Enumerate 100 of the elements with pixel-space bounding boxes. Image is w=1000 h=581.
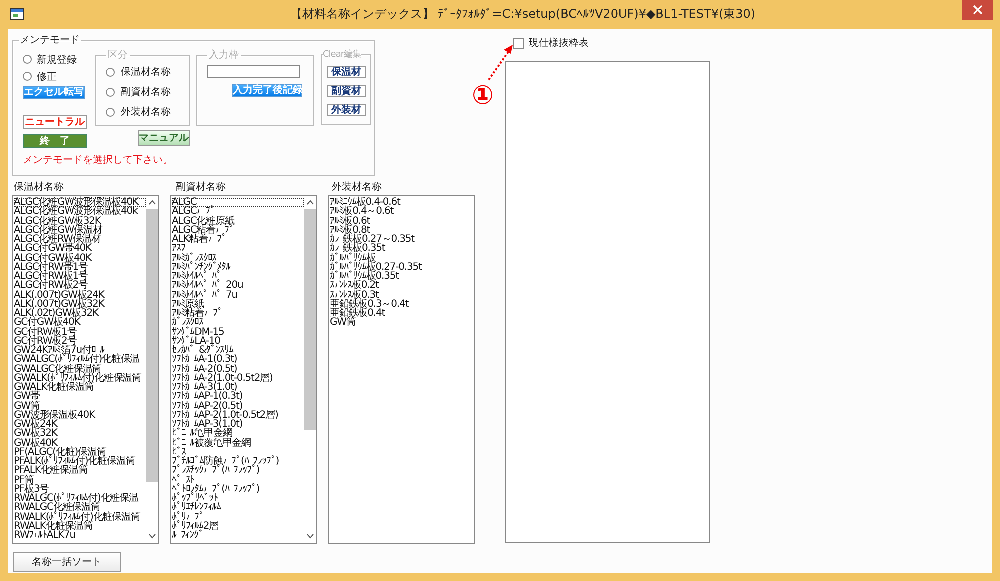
list-item[interactable]: PF(ALGC(化粧)保温筒 bbox=[14, 448, 146, 457]
extract-checkbox[interactable]: 現仕様抜粋表 bbox=[513, 37, 710, 49]
list-item[interactable]: GC付RW板2号 bbox=[14, 336, 146, 346]
list-item[interactable]: ｾﾗｶﾊﾞｰ&ﾀﾞﾝｽﾘﾑ bbox=[172, 346, 304, 356]
list-item[interactable]: ALGC付RW板2号 bbox=[14, 281, 146, 290]
list-item[interactable]: ALGC粘着ﾃｰﾌﾟ bbox=[172, 226, 304, 235]
list-item[interactable]: ｱﾙﾐ原紙 bbox=[172, 300, 304, 309]
clear-button[interactable]: 外装材 bbox=[327, 104, 366, 116]
list-item[interactable]: ｶﾗｰ鉄板0.35t bbox=[330, 244, 474, 254]
input-field[interactable] bbox=[207, 65, 300, 78]
list-box[interactable] bbox=[170, 195, 317, 544]
list-item[interactable]: ｿﾌﾄｶｰﾑAP-2(1.0t-0.5t2層) bbox=[172, 410, 304, 420]
list-item[interactable]: RWALGC化粧保温筒 bbox=[14, 503, 146, 512]
list-item[interactable]: ﾋﾞﾆｰﾙ亀甲金網 bbox=[172, 429, 304, 438]
list-item[interactable]: ﾋﾞｽ bbox=[172, 448, 304, 457]
list-item[interactable]: ｶﾞﾙﾊﾞﾘｳﾑ板 bbox=[330, 254, 474, 263]
list-item[interactable]: ｱﾙﾐｶﾞﾗｽｸﾛｽ bbox=[172, 254, 304, 263]
list-item[interactable]: ｿﾌﾄｶｰﾑA-2(1.0t-0.5t2層) bbox=[172, 374, 304, 383]
list-item[interactable]: ｱﾙﾐ板0.6t bbox=[330, 216, 474, 226]
list-item[interactable]: ALK粘着ﾃｰﾌﾟ bbox=[172, 235, 304, 244]
list-item[interactable]: PFALK化粧保温筒 bbox=[14, 466, 146, 476]
list-item[interactable]: ｿﾌﾄｶｰﾑAP-1(0.3t) bbox=[172, 392, 304, 402]
list-item[interactable]: ｿﾌﾄｶｰﾑAP-2(0.5t) bbox=[172, 402, 304, 411]
scroll-down-icon bbox=[306, 534, 314, 539]
list-item[interactable]: ｱｽﾌ bbox=[172, 244, 304, 254]
group-label: 区分 bbox=[107, 49, 129, 62]
list-item[interactable]: ALGC付GW板40K bbox=[14, 254, 146, 263]
list-item[interactable]: PF板3号 bbox=[14, 484, 146, 494]
manual-button[interactable]: マニュアル bbox=[138, 130, 190, 146]
list-box[interactable] bbox=[12, 195, 159, 544]
list-item[interactable]: GWALK(ﾎﾟﾘﾌｨﾙﾑ付)化粧保温筒 bbox=[14, 374, 146, 383]
list-item[interactable]: GWALGC(ﾎﾟﾘﾌｨﾙﾑ付)化粧保温 bbox=[14, 355, 146, 364]
group-label: Clear編集 bbox=[323, 48, 362, 61]
list-item[interactable]: 亜鉛鉄板0.4t bbox=[330, 309, 474, 318]
list-item[interactable]: ﾍﾟｰｽﾄ bbox=[172, 476, 304, 485]
list-item[interactable]: ALK(.007t)GW板24K bbox=[14, 290, 146, 300]
sort-button[interactable]: 名称一括ソート bbox=[13, 552, 121, 572]
clear-button[interactable]: 副資材 bbox=[327, 85, 366, 97]
list-item[interactable]: ｻﾝｹﾞﾑLA-10 bbox=[172, 336, 304, 346]
radio-option[interactable]: 新規登録 bbox=[23, 51, 77, 68]
list-item[interactable]: ｻﾝｹﾞﾑDM-15 bbox=[172, 328, 304, 337]
radio-option[interactable]: 修正 bbox=[23, 68, 57, 85]
list-item[interactable]: ｿﾌﾄｶｰﾑA-3(1.0t) bbox=[172, 383, 304, 392]
close-button[interactable] bbox=[962, 0, 993, 20]
app-icon bbox=[10, 8, 24, 20]
list-item[interactable]: ALGC化粧GW保温材 bbox=[14, 226, 146, 235]
list-item[interactable]: ALGC化粧GW板32K bbox=[14, 216, 146, 226]
list-item[interactable]: ALGC付RW板1号 bbox=[14, 272, 146, 282]
list-item[interactable]: GW帯 bbox=[14, 392, 146, 402]
radio-option[interactable]: 外装材名称 bbox=[106, 102, 189, 122]
list-item[interactable]: RWﾌｪﾙﾄALK7u bbox=[14, 531, 146, 540]
list-item[interactable]: ｽﾃﾝﾚｽ板0.3t bbox=[330, 290, 474, 300]
list-item[interactable]: ﾙｰﾌｨﾝｸﾞ bbox=[172, 531, 304, 540]
list-item[interactable]: RWALK化粧保温筒 bbox=[14, 522, 146, 531]
list-item[interactable]: ｱﾙﾐﾎｲﾙﾍﾟｰﾊﾟｰ7u bbox=[172, 290, 304, 300]
exit-button[interactable]: 終 了 bbox=[23, 134, 87, 148]
list-item[interactable]: GW板32K bbox=[14, 429, 146, 438]
list-item[interactable]: ALGC付RW帯1号 bbox=[14, 262, 146, 272]
list-item[interactable]: ｱﾙﾐﾎｲﾙﾍﾟｰﾊﾟｰ20u bbox=[172, 281, 304, 290]
list-item[interactable]: GC付GW板40K bbox=[14, 318, 146, 328]
neutral-button[interactable]: ニュートラル bbox=[23, 115, 87, 129]
list-box[interactable]: ｱﾙﾐﾆｳﾑ板0.4-0.6t ｱﾙﾐ板0.4～0.6t ｱﾙﾐ板0.6t ｱﾙﾐ板0.8t ｶﾗｰ鉄板0.27～0.35t ｶﾗｰ鉄板0.35t ｶﾞﾙﾊﾞﾘｳﾑ板 ｶﾞﾙﾊﾞﾘｳﾑ板0.27-0.35t ｶﾞﾙﾊﾞﾘｳﾑ板0.35t ｽﾃﾝﾚｽ板0.2t ｽﾃﾝﾚｽ板0.3t 亜鉛鉄板0.3～0.4t 亜鉛鉄板0.4t GW筒 bbox=[328, 195, 475, 544]
list-item[interactable]: ﾎﾟﾘﾃｰﾌﾟ bbox=[172, 512, 304, 522]
list-item[interactable]: ｱﾙﾐ板0.8t bbox=[330, 226, 474, 235]
list-item[interactable]: ｱﾙﾐﾊﾟﾝﾁﾝｸﾞﾒﾀﾙ bbox=[172, 262, 304, 272]
list-item[interactable]: ALK(.02t)GW板32K bbox=[14, 309, 146, 318]
list-item[interactable]: GC付RW板1号 bbox=[14, 328, 146, 337]
list-item[interactable]: ALGC化粧原紙 bbox=[172, 216, 304, 226]
list-item[interactable]: ﾍﾟﾄﾛﾗﾀﾑﾃｰﾌﾟ(ﾊｰﾌﾗｯﾌﾟ) bbox=[172, 484, 304, 494]
list-item[interactable]: 亜鉛鉄板0.3～0.4t bbox=[330, 300, 474, 309]
list-item[interactable]: ALK(.007t)GW板32K bbox=[14, 300, 146, 309]
list-item[interactable]: ALGC化粧GW波形保温板40k bbox=[14, 207, 146, 216]
list-item[interactable]: ALGC付GW帯40K bbox=[14, 244, 146, 254]
status-message: メンテモードを選択して下さい。 bbox=[23, 154, 173, 167]
list-item[interactable]: ﾋﾞﾆｰﾙ被覆亀甲金網 bbox=[172, 438, 304, 448]
list-item[interactable]: ｽﾃﾝﾚｽ板0.2t bbox=[330, 281, 474, 290]
list-item[interactable]: ｿﾌﾄｶｰﾑA-1(0.3t) bbox=[172, 355, 304, 364]
list-item[interactable]: ﾎﾟﾘｴﾁﾚﾝﾌｨﾙﾑ bbox=[172, 503, 304, 512]
list-item[interactable]: GWALGC化粧保温筒 bbox=[14, 364, 146, 374]
list-item[interactable]: ALGCﾃｰﾌﾟ bbox=[172, 207, 304, 216]
list-item[interactable]: GW波形保温板40K bbox=[14, 410, 146, 420]
list-item[interactable]: ALGC化粧RW保温材 bbox=[14, 235, 146, 244]
list-heading: 副資材名称 bbox=[175, 180, 227, 195]
clear-button[interactable]: 保温材 bbox=[327, 66, 366, 78]
list-item[interactable]: ﾎﾟﾘﾌｨﾙﾑ2層 bbox=[172, 522, 304, 531]
list-item[interactable]: ｶﾗｰ鉄板0.27～0.35t bbox=[330, 235, 474, 244]
list-item[interactable]: RWALK(ﾎﾟﾘﾌｨﾙﾑ付)化粧保温筒 bbox=[14, 512, 146, 522]
list-item[interactable]: GW筒 bbox=[330, 318, 474, 328]
list-item[interactable]: GW板24K bbox=[14, 420, 146, 430]
list-item[interactable]: ｱﾙﾐﾎｲﾙﾍﾟｰﾊﾟｰ bbox=[172, 272, 304, 282]
list-item[interactable]: PF筒 bbox=[14, 476, 146, 485]
list-item[interactable]: GW板40K bbox=[14, 438, 146, 448]
list-item[interactable]: GW筒 bbox=[14, 402, 146, 411]
list-item[interactable]: ｱﾙﾐ板0.4～0.6t bbox=[330, 207, 474, 216]
list-item[interactable]: ｶﾞﾙﾊﾞﾘｳﾑ板0.27-0.35t bbox=[330, 262, 474, 272]
radio-option[interactable]: 副資材名称 bbox=[106, 82, 189, 102]
radio-option[interactable]: 保温材名称 bbox=[106, 62, 189, 82]
list-item[interactable]: ﾌﾟﾗｽﾁｯｸﾃｰﾌﾟ(ﾊｰﾌﾗｯﾌﾟ) bbox=[172, 466, 304, 476]
list-item[interactable]: ｶﾞﾗｽｸﾛｽ bbox=[172, 318, 304, 328]
list-item[interactable]: ｿﾌﾄｶｰﾑA-2(0.5t) bbox=[172, 364, 304, 374]
